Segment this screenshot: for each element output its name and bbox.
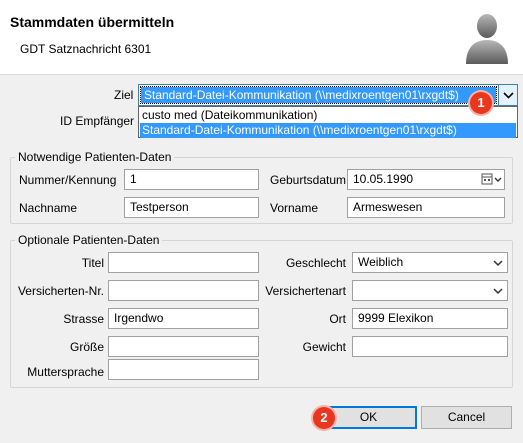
- gewicht-label: Gewicht: [302, 340, 346, 354]
- versichertennr-field[interactable]: [108, 280, 259, 301]
- muttersprache-label: Muttersprache: [27, 365, 104, 379]
- nachname-field[interactable]: Testperson: [124, 197, 259, 218]
- dialog-header: Stammdaten übermitteln GDT Satznachricht…: [0, 0, 523, 75]
- group-notwendige-title: Notwendige Patienten-Daten: [15, 150, 175, 164]
- chevron-down-icon: [503, 92, 514, 99]
- calendar-icon[interactable]: [478, 170, 504, 189]
- nummer-field[interactable]: 1: [124, 169, 259, 190]
- step-badge-1: 1: [470, 92, 492, 114]
- nummer-label: Nummer/Kennung: [19, 173, 117, 187]
- chevron-down-icon: [493, 288, 503, 295]
- strasse-field[interactable]: Irgendwo: [108, 308, 259, 329]
- ort-field[interactable]: 9999 Elexikon: [352, 308, 508, 329]
- geburtsdatum-label: Geburtsdatum: [270, 173, 347, 187]
- geschlecht-value: Weiblich: [358, 255, 404, 269]
- ziel-dropdown-button[interactable]: [498, 85, 517, 105]
- geburtsdatum-value: 10.05.1990: [353, 172, 414, 186]
- groesse-label: Größe: [69, 340, 104, 354]
- dialog-title: Stammdaten übermitteln: [10, 14, 175, 30]
- ort-label: Ort: [329, 312, 346, 326]
- ziel-option-custo-med[interactable]: custo med (Dateikommunikation): [140, 108, 516, 123]
- geburtsdatum-picker[interactable]: 10.05.1990: [347, 169, 505, 190]
- geschlecht-select[interactable]: Weiblich: [352, 252, 508, 273]
- ziel-label: Ziel: [114, 88, 134, 102]
- geschlecht-label: Geschlecht: [285, 256, 346, 270]
- groesse-field[interactable]: [108, 336, 259, 357]
- ziel-selected-value: Standard-Datei-Kommunikation (\\medixroe…: [140, 86, 497, 104]
- gewicht-field[interactable]: [352, 336, 508, 357]
- dialog-subtitle: GDT Satznachricht 6301: [20, 42, 152, 56]
- chevron-down-icon: [493, 260, 503, 267]
- vorname-field[interactable]: Armeswesen: [347, 197, 505, 218]
- ziel-dropdown-list: custo med (Dateikommunikation) Standard-…: [138, 106, 518, 138]
- versichertennr-label: Versicherten-Nr.: [17, 284, 104, 298]
- group-optionale-title: Optionale Patienten-Daten: [15, 233, 163, 247]
- vorname-label: Vorname: [270, 201, 319, 215]
- cancel-button[interactable]: Cancel: [421, 406, 512, 429]
- titel-label: Titel: [81, 256, 104, 270]
- muttersprache-field[interactable]: [108, 359, 259, 380]
- user-avatar-icon: [466, 14, 508, 64]
- ziel-select[interactable]: Standard-Datei-Kommunikation (\\medixroe…: [138, 84, 518, 106]
- id-empfaenger-label: ID Empfänger: [60, 114, 135, 128]
- versichertenart-label: Versichertenart: [265, 284, 346, 298]
- strasse-label: Strasse: [63, 312, 104, 326]
- step-badge-2: 2: [313, 407, 335, 429]
- nachname-label: Nachname: [19, 201, 78, 215]
- ziel-option-standard[interactable]: Standard-Datei-Kommunikation (\\medixroe…: [140, 123, 516, 138]
- titel-field[interactable]: [108, 252, 259, 273]
- versichertenart-select[interactable]: [352, 280, 508, 301]
